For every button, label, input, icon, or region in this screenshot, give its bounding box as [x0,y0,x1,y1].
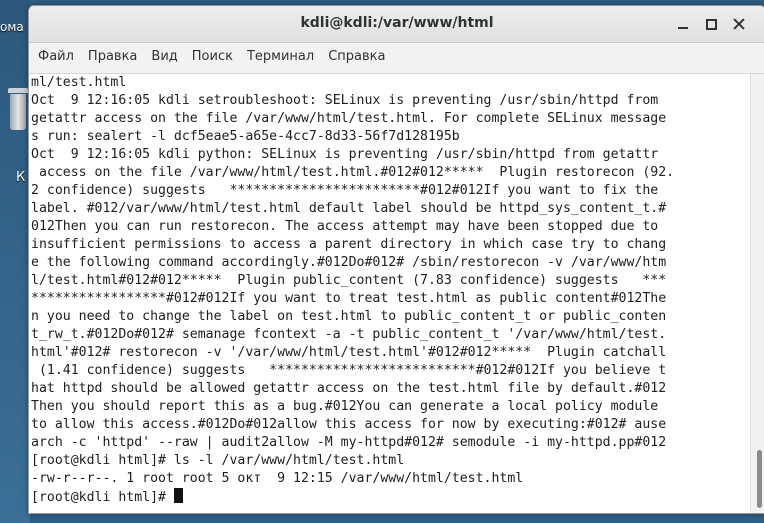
terminal-line: t_rw_t.#012Do#012# semanage fcontext -a … [31,327,667,342]
text-cursor [173,488,183,503]
terminal-line: Oct 9 12:16:05 kdli setroubleshoot: SELi… [31,93,659,108]
desktop-letter: К [16,170,26,185]
terminal-line: n you need to change the label on test.h… [31,309,667,324]
menu-edit[interactable]: Правка [81,43,144,67]
menu-bar: Файл Правка Вид Поиск Терминал Справка [29,43,764,74]
menu-file[interactable]: Файл [31,43,81,67]
minimize-icon[interactable] [673,14,693,34]
terminal-line: Then you should report this as a bug.#01… [31,399,659,414]
terminal-line: arch -c 'httpd' --raw | audit2allow -M m… [31,435,667,450]
terminal-line: label. #012/var/www/html/test.html defau… [31,201,667,216]
terminal-prompt: [root@kdli html]# [31,490,174,505]
terminal-line: Oct 9 12:16:05 kdli python: SELinux is p… [31,147,659,162]
close-icon[interactable] [729,14,749,34]
terminal-line: *****************#012#012If you want to … [31,291,667,306]
terminal-line: (1.41 confidence) suggests *************… [31,363,667,378]
terminal-line: 2 confidence) suggests *****************… [31,183,659,198]
terminal-line: insufficient permissions to access a par… [31,237,667,252]
terminal-line: 012Then you can run restorecon. The acce… [31,219,659,234]
terminal-line: html'#012# restorecon -v '/var/www/html/… [31,345,667,360]
terminal-line: [root@kdli html]# ls -l /var/www/html/te… [31,453,405,468]
terminal-line: s run: sealert -l dcf5eae5-a65e-4cc7-8d3… [31,129,460,144]
trash-icon[interactable] [8,88,28,132]
terminal-output[interactable]: ml/test.html Oct 9 12:16:05 kdli setroub… [29,74,750,513]
terminal-line: -rw-r--r--. 1 root root 5 окт 9 12:15 /v… [31,471,524,486]
desktop-background: ома К [0,0,30,523]
terminal-window: kdli@kdli:/var/www/html Файл Правка Вид Пои… [28,5,764,514]
terminal-prompt-line[interactable]: [root@kdli html]# [31,488,750,506]
terminal-line: ml/test.html [31,75,127,90]
menu-view[interactable]: Вид [144,43,184,67]
vertical-scrollbar[interactable] [750,74,764,513]
terminal-line: l/test.html#012#012***** Plugin public_c… [31,273,667,288]
terminal-line: getattr access on the file /var/www/html… [31,111,667,126]
menu-help[interactable]: Справка [321,43,392,67]
maximize-icon[interactable] [701,14,721,34]
window-title: kdli@kdli:/var/www/html [300,15,494,31]
terminal-line: hat httpd should be allowed getattr acce… [31,381,667,396]
terminal-line: e the following command accordingly.#012… [31,255,667,270]
menu-search[interactable]: Поиск [185,43,240,67]
scrollbar-thumb[interactable] [757,450,762,508]
menu-terminal[interactable]: Терминал [240,43,321,67]
terminal-line: to allow this access.#012Do#012allow thi… [31,417,667,432]
desktop-label: ома [0,20,24,34]
terminal-line: access on the file /var/www/html/test.ht… [31,165,675,180]
title-bar[interactable]: kdli@kdli:/var/www/html [29,6,764,43]
